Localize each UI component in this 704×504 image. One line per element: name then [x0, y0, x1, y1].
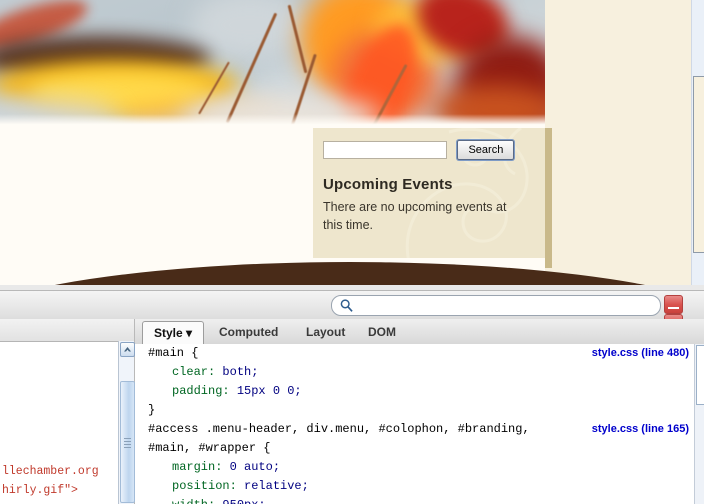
firebug-panel: llechamber.org hirly.gif"> Style ▾ Compu…: [0, 290, 704, 504]
css-source-link[interactable]: style.css (line 165): [592, 420, 689, 439]
css-selector: #main {: [148, 346, 199, 360]
css-rule[interactable]: #access .menu-header, div.menu, #colopho…: [135, 420, 695, 439]
tab-dom[interactable]: DOM: [357, 322, 407, 344]
css-pane-scrollbar[interactable]: [694, 344, 704, 504]
scrollbar-thumb[interactable]: [120, 381, 135, 503]
firebug-search-input[interactable]: [358, 298, 652, 314]
css-value: both;: [222, 365, 259, 379]
css-rule[interactable]: #main { style.css (line 480): [135, 344, 695, 363]
css-property: padding:: [172, 384, 230, 398]
scrollbar-thumb[interactable]: [696, 345, 704, 405]
css-value: relative;: [244, 479, 309, 493]
firebug-css-rules: #main { style.css (line 480) clear: both…: [135, 344, 695, 504]
firebug-style-pane: Style ▾ Computed Layout DOM #main { styl…: [135, 319, 704, 504]
css-value: 0 auto;: [229, 460, 281, 474]
css-property: width:: [148, 496, 215, 504]
css-selector: #access .menu-header, div.menu, #colopho…: [148, 422, 530, 436]
minimize-button[interactable]: [664, 295, 683, 314]
chevron-up-icon: [124, 347, 131, 352]
css-source-link[interactable]: style.css (line 480): [592, 344, 689, 363]
search-icon: [340, 299, 353, 312]
site-search-input[interactable]: [323, 141, 447, 159]
browser-vertical-scrollbar[interactable]: [691, 0, 704, 290]
sidebar-widget-area: Search Upcoming Events There are no upco…: [313, 128, 545, 258]
page-content-column: Search Upcoming Events There are no upco…: [0, 0, 545, 290]
css-property: position:: [172, 479, 237, 493]
firebug-toolbar: [0, 290, 704, 352]
site-search-form[interactable]: Search: [323, 140, 515, 160]
page-tan-divider: [545, 128, 552, 268]
html-source-line: llechamber.org: [2, 465, 99, 478]
firebug-html-pane: llechamber.org hirly.gif">: [0, 319, 135, 504]
css-declaration[interactable]: margin: 0 auto;: [135, 458, 695, 477]
firebug-html-pane-toolbar: [0, 319, 134, 342]
css-declaration[interactable]: padding: 15px 0 0;: [135, 382, 695, 401]
firebug-html-source-text[interactable]: llechamber.org hirly.gif">: [2, 462, 99, 500]
css-value: 950px;: [222, 498, 265, 504]
html-pane-scrollbar[interactable]: [118, 341, 135, 504]
site-search-button[interactable]: Search: [457, 140, 515, 160]
upcoming-events-heading: Upcoming Events: [323, 176, 453, 193]
browser-scrollbar-thumb[interactable]: [693, 76, 704, 253]
css-value: 15px 0 0;: [236, 384, 302, 398]
scroll-up-button[interactable]: [120, 342, 135, 357]
header-banner-image: [0, 0, 545, 128]
firebug-search-box[interactable]: [331, 295, 661, 316]
browser-page-viewport: Search Upcoming Events There are no upco…: [0, 0, 704, 290]
css-selector-continued: #main, #wrapper {: [148, 441, 271, 455]
css-declaration[interactable]: width: 950px;: [135, 496, 695, 504]
upcoming-events-body: There are no upcoming events at this tim…: [323, 200, 507, 232]
tab-layout[interactable]: Layout: [295, 322, 356, 344]
banner-bottom-fade: [0, 114, 545, 128]
css-declaration[interactable]: position: relative;: [135, 477, 695, 496]
css-declaration[interactable]: clear: both;: [135, 363, 695, 382]
css-rule-close: }: [148, 403, 156, 417]
page-outer-background: [552, 0, 692, 290]
css-property: margin:: [172, 460, 223, 474]
firebug-tab-bar: Style ▾ Computed Layout DOM: [135, 319, 704, 347]
tab-computed[interactable]: Computed: [208, 322, 289, 344]
css-property: clear:: [172, 365, 216, 379]
html-source-line: hirly.gif">: [2, 484, 78, 497]
